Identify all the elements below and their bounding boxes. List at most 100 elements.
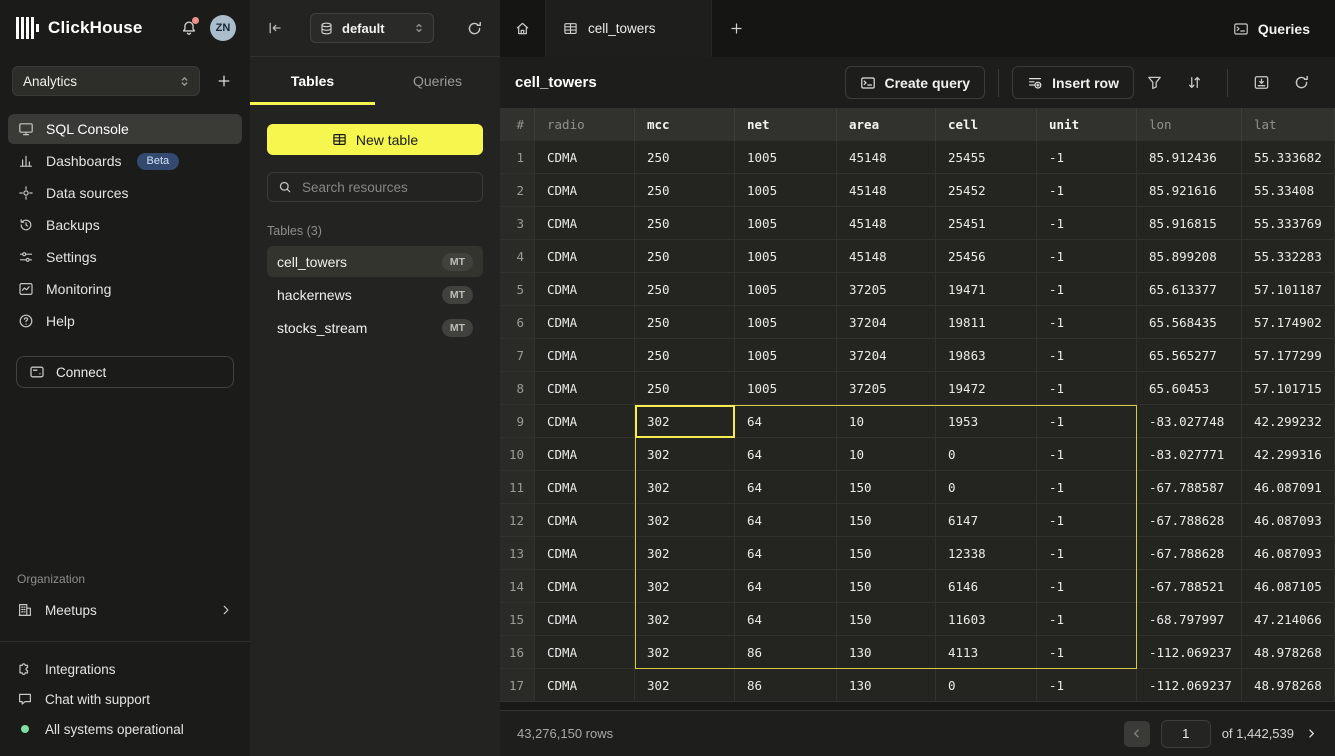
cell-radio[interactable]: CDMA [535, 372, 635, 404]
cell-mcc[interactable]: 250 [635, 174, 735, 206]
cell-unit[interactable]: -1 [1037, 306, 1137, 338]
cell-lat[interactable]: 47.214066 [1242, 603, 1335, 635]
cell-mcc[interactable]: 302 [635, 636, 735, 668]
filter-button[interactable] [1134, 66, 1174, 99]
cell-unit[interactable]: -1 [1037, 570, 1137, 602]
sidebar-item-backups[interactable]: Backups [8, 210, 242, 240]
cell-lat[interactable]: 46.087093 [1242, 504, 1335, 536]
sidebar-item-chat-with-support[interactable]: Chat with support [8, 684, 242, 714]
cell-cell[interactable]: 25456 [936, 240, 1037, 272]
cell-mcc[interactable]: 302 [635, 669, 735, 701]
cell-area[interactable]: 37205 [837, 372, 936, 404]
row-number[interactable]: 8 [500, 372, 535, 404]
connect-button[interactable]: Connect [16, 356, 234, 388]
queries-button[interactable]: Queries [1208, 0, 1335, 57]
cell-area[interactable]: 130 [837, 636, 936, 668]
cell-net[interactable]: 1005 [735, 339, 837, 371]
cell-lat[interactable]: 42.299316 [1242, 438, 1335, 470]
cell-lon[interactable]: 65.613377 [1137, 273, 1242, 305]
new-tab-button[interactable] [712, 0, 760, 57]
cell-mcc[interactable]: 250 [635, 372, 735, 404]
row-number[interactable]: 15 [500, 603, 535, 635]
cell-lon[interactable]: -83.027771 [1137, 438, 1242, 470]
cell-lat[interactable]: 55.332283 [1242, 240, 1335, 272]
table-item-cell_towers[interactable]: cell_towersMT [267, 246, 483, 277]
cell-cell[interactable]: 25451 [936, 207, 1037, 239]
sidebar-item-data-sources[interactable]: Data sources [8, 178, 242, 208]
cell-cell[interactable]: 19863 [936, 339, 1037, 371]
cell-cell[interactable]: 6146 [936, 570, 1037, 602]
avatar[interactable]: ZN [210, 15, 236, 41]
cell-radio[interactable]: CDMA [535, 141, 635, 173]
cell-mcc[interactable]: 302 [635, 537, 735, 569]
row-number[interactable]: 12 [500, 504, 535, 536]
cell-unit[interactable]: -1 [1037, 438, 1137, 470]
cell-lon[interactable]: -112.069237 [1137, 636, 1242, 668]
cell-lon[interactable]: 65.568435 [1137, 306, 1242, 338]
cell-lat[interactable]: 57.177299 [1242, 339, 1335, 371]
cell-radio[interactable]: CDMA [535, 273, 635, 305]
add-service-button[interactable] [216, 73, 232, 89]
cell-mcc[interactable]: 302 [635, 603, 735, 635]
cell-net[interactable]: 1005 [735, 306, 837, 338]
row-number[interactable]: 11 [500, 471, 535, 503]
cell-radio[interactable]: CDMA [535, 438, 635, 470]
cell-lon[interactable]: -67.788587 [1137, 471, 1242, 503]
row-number[interactable]: 6 [500, 306, 535, 338]
page-number-input[interactable] [1161, 720, 1211, 748]
cell-lon[interactable]: 85.921616 [1137, 174, 1242, 206]
cell-lon[interactable]: 85.916815 [1137, 207, 1242, 239]
refresh-button[interactable] [1281, 66, 1321, 99]
table-item-hackernews[interactable]: hackernewsMT [267, 279, 483, 310]
cell-cell[interactable]: 4113 [936, 636, 1037, 668]
cell-mcc[interactable]: 250 [635, 339, 735, 371]
notifications-bell-icon[interactable] [180, 19, 198, 37]
cell-area[interactable]: 37204 [837, 306, 936, 338]
tab-cell-towers[interactable]: cell_towers [546, 0, 712, 57]
cell-cell[interactable]: 19472 [936, 372, 1037, 404]
cell-lat[interactable]: 48.978268 [1242, 669, 1335, 701]
row-number[interactable]: 4 [500, 240, 535, 272]
cell-lat[interactable]: 48.978268 [1242, 636, 1335, 668]
column-header-radio[interactable]: radio [535, 108, 635, 141]
cell-unit[interactable]: -1 [1037, 273, 1137, 305]
column-header-unit[interactable]: unit [1037, 108, 1137, 141]
cell-net[interactable]: 1005 [735, 372, 837, 404]
cell-area[interactable]: 130 [837, 669, 936, 701]
cell-radio[interactable]: CDMA [535, 240, 635, 272]
column-header-cell[interactable]: cell [936, 108, 1037, 141]
cell-unit[interactable]: -1 [1037, 240, 1137, 272]
cell-lon[interactable]: 65.60453 [1137, 372, 1242, 404]
cell-area[interactable]: 10 [837, 405, 936, 437]
row-number[interactable]: 10 [500, 438, 535, 470]
cell-lon[interactable]: -67.788628 [1137, 504, 1242, 536]
cell-cell[interactable]: 0 [936, 438, 1037, 470]
cell-lon[interactable]: -68.797997 [1137, 603, 1242, 635]
cell-cell[interactable]: 0 [936, 471, 1037, 503]
cell-net[interactable]: 64 [735, 570, 837, 602]
cell-area[interactable]: 150 [837, 570, 936, 602]
cell-net[interactable]: 64 [735, 405, 837, 437]
cell-unit[interactable]: -1 [1037, 372, 1137, 404]
cell-radio[interactable]: CDMA [535, 636, 635, 668]
row-number[interactable]: 2 [500, 174, 535, 206]
cell-cell[interactable]: 19471 [936, 273, 1037, 305]
create-query-button[interactable]: Create query [845, 66, 986, 99]
cell-area[interactable]: 45148 [837, 141, 936, 173]
tab-queries[interactable]: Queries [375, 57, 500, 105]
cell-lat[interactable]: 57.174902 [1242, 306, 1335, 338]
cell-cell[interactable]: 0 [936, 669, 1037, 701]
sidebar-item-integrations[interactable]: Integrations [8, 654, 242, 684]
cell-radio[interactable]: CDMA [535, 405, 635, 437]
cell-unit[interactable]: -1 [1037, 537, 1137, 569]
cell-unit[interactable]: -1 [1037, 636, 1137, 668]
cell-lon[interactable]: -112.069237 [1137, 669, 1242, 701]
cell-net[interactable]: 1005 [735, 207, 837, 239]
cell-net[interactable]: 1005 [735, 273, 837, 305]
cell-radio[interactable]: CDMA [535, 669, 635, 701]
next-page-button[interactable] [1305, 727, 1318, 740]
cell-cell[interactable]: 12338 [936, 537, 1037, 569]
cell-radio[interactable]: CDMA [535, 339, 635, 371]
cell-radio[interactable]: CDMA [535, 570, 635, 602]
cell-lat[interactable]: 55.333682 [1242, 141, 1335, 173]
